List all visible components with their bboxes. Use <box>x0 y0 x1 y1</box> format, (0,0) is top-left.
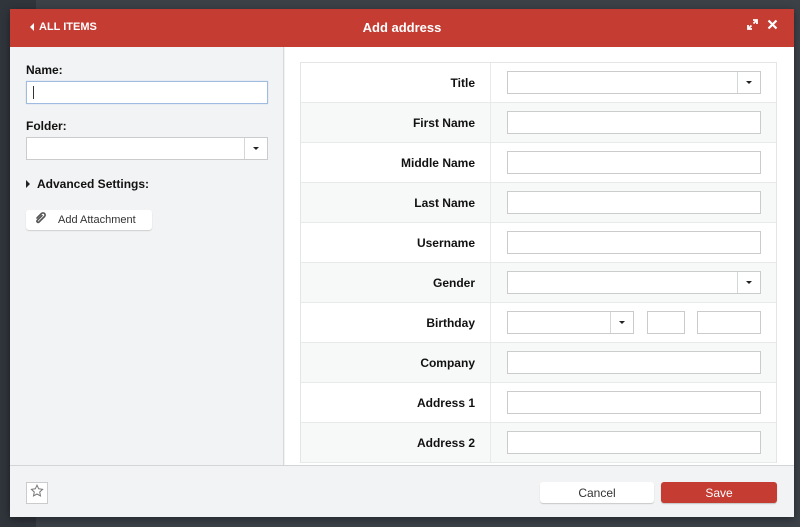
star-icon <box>30 483 44 503</box>
advanced-settings-toggle[interactable]: Advanced Settings: <box>26 177 149 191</box>
folder-select[interactable] <box>26 137 268 160</box>
gender-select[interactable] <box>507 271 761 294</box>
form-row-first-name: First Name <box>301 103 776 143</box>
address-form: Title First Name Middle Name Last Name U… <box>300 62 777 463</box>
chevron-down-icon <box>746 281 752 284</box>
username-input[interactable] <box>507 231 761 254</box>
dialog-header: ALL ITEMS Add address <box>10 9 794 47</box>
cancel-button[interactable]: Cancel <box>540 482 654 503</box>
item-sidebar: Name: Folder: Advanced Settings: Add Att… <box>10 47 284 465</box>
company-input[interactable] <box>507 351 761 374</box>
username-label: Username <box>416 236 475 250</box>
first-name-label: First Name <box>412 116 475 130</box>
text-cursor <box>33 86 34 99</box>
chevron-down-icon <box>746 81 752 84</box>
form-row-middle-name: Middle Name <box>301 143 776 183</box>
add-attachment-label: Add Attachment <box>58 214 136 226</box>
add-attachment-button[interactable]: Add Attachment <box>26 210 152 230</box>
expand-icon[interactable] <box>747 19 758 30</box>
dialog-title: Add address <box>362 20 442 35</box>
title-select[interactable] <box>507 71 761 94</box>
add-address-dialog: ALL ITEMS Add address Name: Folder: Adva… <box>10 9 794 517</box>
save-button[interactable]: Save <box>661 482 777 503</box>
address-form-panel: Title First Name Middle Name Last Name U… <box>285 47 794 465</box>
name-label: Name: <box>26 63 63 77</box>
chevron-down-icon <box>619 321 625 324</box>
paperclip-icon <box>34 211 48 229</box>
favorite-button[interactable] <box>26 482 48 504</box>
birthday-label: Birthday <box>426 316 475 330</box>
name-input[interactable] <box>26 81 268 104</box>
form-row-address-2: Address 2 <box>301 423 776 463</box>
form-row-company: Company <box>301 343 776 383</box>
form-row-address-1: Address 1 <box>301 383 776 423</box>
first-name-input[interactable] <box>507 111 761 134</box>
title-label: Title <box>450 76 475 90</box>
last-name-label: Last Name <box>414 196 475 210</box>
form-row-title: Title <box>301 63 776 103</box>
last-name-input[interactable] <box>507 191 761 214</box>
chevron-down-icon <box>253 147 259 150</box>
form-row-username: Username <box>301 223 776 263</box>
address-2-label: Address 2 <box>416 436 475 450</box>
company-label: Company <box>420 356 475 370</box>
chevron-right-icon <box>26 180 30 188</box>
address-2-input[interactable] <box>507 431 761 454</box>
address-1-input[interactable] <box>507 391 761 414</box>
close-icon[interactable] <box>767 19 778 30</box>
birthday-year-input[interactable] <box>697 311 761 334</box>
birthday-month-select[interactable] <box>507 311 634 334</box>
middle-name-label: Middle Name <box>400 156 475 170</box>
gender-label: Gender <box>432 276 475 290</box>
birthday-day-input[interactable] <box>647 311 685 334</box>
address-1-label: Address 1 <box>416 396 475 410</box>
folder-label: Folder: <box>26 119 67 133</box>
form-row-last-name: Last Name <box>301 183 776 223</box>
middle-name-input[interactable] <box>507 151 761 174</box>
form-row-gender: Gender <box>301 263 776 303</box>
form-row-birthday: Birthday <box>301 303 776 343</box>
advanced-settings-label: Advanced Settings: <box>37 177 150 191</box>
dialog-footer: Cancel Save <box>10 465 794 517</box>
